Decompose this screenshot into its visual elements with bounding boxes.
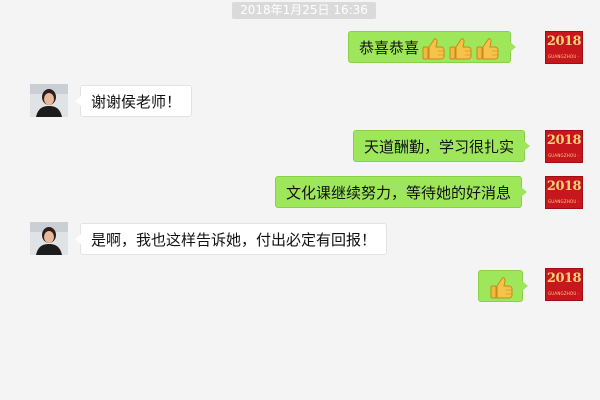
contact-photo <box>30 222 68 255</box>
incoming-message-bubble[interactable]: 谢谢侯老师！ <box>74 85 193 117</box>
contact-photo <box>30 84 68 117</box>
message-text: 恭喜恭喜 <box>359 39 420 57</box>
my-avatar[interactable]: 2018 GUANGZHOU · XINCHUN <box>545 268 583 301</box>
message-timestamp: 2018年1月25日 16:36 <box>232 2 376 19</box>
thumbs-up-icon <box>488 275 514 301</box>
badge-year: 2018 <box>546 271 582 286</box>
badge-subtitle: GUANGZHOU · XINCHUN <box>548 291 580 296</box>
message-text: 是啊，我也这样告诉她，付出必定有回报！ <box>91 231 377 249</box>
badge-subtitle: GUANGZHOU · XINCHUN <box>548 54 580 59</box>
badge-year: 2018 <box>546 34 582 49</box>
message-text: 文化课继续努力，等待她的好消息 <box>286 184 512 202</box>
outgoing-message-bubble[interactable]: 恭喜恭喜 <box>348 31 517 63</box>
badge-year: 2018 <box>546 133 582 148</box>
message-text: 天道酬勤，学习很扎实 <box>364 138 515 156</box>
thumbs-up-icon <box>420 36 446 62</box>
outgoing-message-bubble[interactable]: 文化课继续努力，等待她的好消息 <box>275 176 528 208</box>
outgoing-message-bubble[interactable]: 天道酬勤，学习很扎实 <box>353 130 531 162</box>
badge-subtitle: GUANGZHOU · XINCHUN <box>548 153 580 158</box>
incoming-message-bubble[interactable]: 是啊，我也这样告诉她，付出必定有回报！ <box>74 223 388 255</box>
thumbs-up-icon <box>447 36 473 62</box>
badge-year: 2018 <box>546 179 582 194</box>
my-avatar[interactable]: 2018 GUANGZHOU · XINCHUN <box>545 176 583 209</box>
contact-avatar[interactable] <box>30 84 68 117</box>
message-text: 谢谢侯老师！ <box>91 93 182 111</box>
contact-avatar[interactable] <box>30 222 68 255</box>
outgoing-message-bubble[interactable] <box>478 270 528 302</box>
my-avatar[interactable]: 2018 GUANGZHOU · XINCHUN <box>545 31 583 64</box>
thumbs-up-icon <box>474 36 500 62</box>
badge-subtitle: GUANGZHOU · XINCHUN <box>548 199 580 204</box>
my-avatar[interactable]: 2018 GUANGZHOU · XINCHUN <box>545 130 583 163</box>
